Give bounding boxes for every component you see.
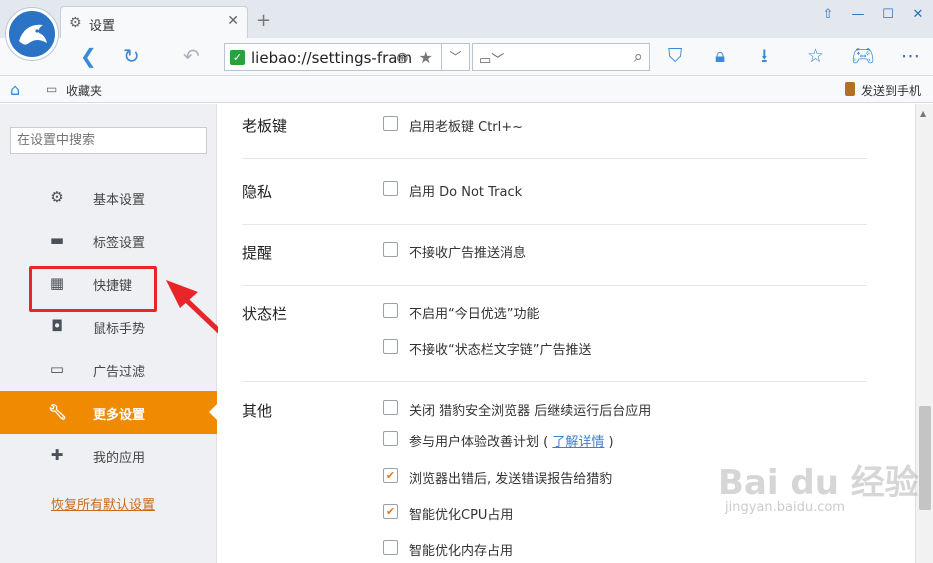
sidebar-item-more-settings[interactable]: 🔧︎ 更多设置 bbox=[0, 391, 217, 434]
section-title-boss-key: 老板键 bbox=[242, 117, 288, 135]
option-label: 不启用“今日优选”功能 bbox=[409, 307, 540, 322]
option-label: 不接收广告推送消息 bbox=[409, 246, 527, 261]
sidebar-item-label: 我的应用 bbox=[93, 451, 146, 466]
window-icon: ▭ bbox=[49, 360, 65, 378]
option-label: 智能优化内存占用 bbox=[409, 544, 514, 559]
option-label: 参与用户体验改善计划 ( 了解详情 ) bbox=[409, 435, 614, 450]
scrollbar-thumb[interactable] bbox=[919, 406, 931, 510]
learn-more-link[interactable]: 了解详情 bbox=[552, 435, 604, 450]
option-label: 关闭 猎豹安全浏览器 后继续运行后台应用 bbox=[409, 404, 652, 419]
mouse-icon: ◘ bbox=[51, 317, 63, 335]
page-icon[interactable]: ▭﹀ bbox=[479, 49, 504, 68]
sidebar-item-label: 基本设置 bbox=[93, 193, 146, 208]
checkbox[interactable] bbox=[383, 400, 398, 415]
close-icon[interactable]: ✕ bbox=[227, 13, 239, 29]
favorites-link[interactable]: 收藏夹 bbox=[66, 82, 102, 99]
sidebar-item-label: 更多设置 bbox=[93, 408, 146, 423]
divider bbox=[242, 158, 867, 159]
baidu-watermark-url: jingyan.baidu.com bbox=[725, 500, 845, 515]
bookmark-bar: ⌂ ▭ 收藏夹 发送到手机 bbox=[0, 77, 933, 103]
download-icon[interactable]: ⭳ bbox=[761, 46, 768, 66]
baidu-watermark: Bai du 经验 bbox=[718, 463, 919, 503]
gear-icon: ⚙ bbox=[50, 188, 64, 206]
checkbox[interactable] bbox=[383, 339, 398, 354]
sidebar-item-basic[interactable]: ⚙ 基本设置 bbox=[0, 176, 217, 219]
compat-mode-icon[interactable]: ⊕ bbox=[396, 48, 409, 67]
more-icon[interactable]: ⋯ bbox=[901, 46, 920, 66]
address-dropdown-button[interactable]: ﹀ bbox=[442, 43, 470, 71]
checkbox[interactable] bbox=[383, 116, 398, 131]
title-bar: ⚙ 设置 ✕ + ⇧ — ☐ ✕ bbox=[0, 0, 933, 60]
checkbox[interactable] bbox=[383, 431, 398, 446]
divider bbox=[242, 224, 867, 225]
liebao-logo[interactable] bbox=[6, 8, 58, 60]
search-box[interactable]: ▭﹀ ⌕ bbox=[472, 43, 650, 71]
home-icon[interactable]: ⌂ bbox=[10, 80, 20, 99]
checkbox[interactable] bbox=[383, 540, 398, 555]
tab-settings[interactable]: ⚙ 设置 ✕ bbox=[60, 6, 248, 38]
sidebar-item-tabs[interactable]: ▬ 标签设置 bbox=[0, 219, 217, 262]
phone-icon bbox=[845, 82, 855, 96]
maximize-button[interactable]: ☐ bbox=[873, 4, 903, 26]
settings-search-input[interactable] bbox=[10, 127, 207, 154]
sidebar-item-label: 标签设置 bbox=[93, 236, 146, 251]
checkbox[interactable] bbox=[383, 181, 398, 196]
scroll-up-icon[interactable]: ▲ bbox=[920, 109, 926, 118]
lock-icon[interactable]: 🔒︎ bbox=[715, 46, 725, 66]
checkbox-checked[interactable]: ✔ bbox=[383, 468, 398, 483]
close-window-button[interactable]: ✕ bbox=[903, 4, 933, 26]
favorite-icon[interactable]: ☆ bbox=[807, 46, 824, 66]
option-label: 启用 Do Not Track bbox=[409, 185, 523, 200]
section-title-reminder: 提醒 bbox=[242, 244, 273, 262]
sidebar-item-my-apps[interactable]: ✚ 我的应用 bbox=[0, 434, 217, 477]
refresh-button[interactable]: ↻ bbox=[123, 45, 140, 67]
checkbox-checked[interactable]: ✔ bbox=[383, 504, 398, 519]
skin-icon[interactable]: ⇧ bbox=[813, 4, 843, 26]
tab-icon: ▬ bbox=[49, 231, 65, 249]
shield-icon[interactable]: ⛉ bbox=[668, 46, 682, 66]
divider bbox=[242, 381, 867, 382]
undo-button[interactable]: ↶ bbox=[183, 45, 200, 67]
restore-defaults-link[interactable]: 恢复所有默认设置 bbox=[51, 494, 155, 513]
sidebar-item-label: 鼠标手势 bbox=[93, 322, 146, 337]
back-button[interactable]: ❮ bbox=[80, 45, 97, 67]
tab-title: 设置 bbox=[89, 19, 116, 34]
secure-check-icon: ✓ bbox=[230, 50, 245, 65]
navigation-toolbar: ❮ ↻ ↶ ✓ liebao://settings-frame/ ⊕ ★ ﹀ ▭… bbox=[0, 38, 933, 76]
option-label: 启用老板键 Ctrl+~ bbox=[409, 120, 524, 135]
gear-icon: ⚙ bbox=[69, 15, 82, 31]
puzzle-icon: ✚ bbox=[50, 446, 64, 464]
gamepad-icon[interactable]: 🎮︎ bbox=[851, 46, 875, 66]
address-bar[interactable]: ✓ liebao://settings-frame/ ⊕ ★ bbox=[224, 43, 442, 71]
annotation-highlight-box bbox=[29, 266, 157, 312]
section-title-statusbar: 状态栏 bbox=[242, 305, 288, 323]
minimize-button[interactable]: — bbox=[843, 4, 873, 26]
divider bbox=[242, 285, 867, 286]
checkbox[interactable] bbox=[383, 303, 398, 318]
sidebar-item-label: 广告过滤 bbox=[93, 365, 146, 380]
folder-icon: ▭ bbox=[46, 82, 58, 96]
new-tab-button[interactable]: + bbox=[256, 12, 271, 30]
send-to-phone-link[interactable]: 发送到手机 bbox=[861, 82, 921, 99]
option-label: 浏览器出错后, 发送错误报告给猎豹 bbox=[409, 472, 613, 487]
search-icon[interactable]: ⌕ bbox=[633, 47, 643, 67]
wrench-icon: 🔧︎ bbox=[48, 403, 68, 421]
section-title-other: 其他 bbox=[242, 402, 273, 420]
option-label: 智能优化CPU占用 bbox=[409, 508, 514, 523]
url-text[interactable]: liebao://settings-frame/ bbox=[251, 49, 411, 67]
section-title-privacy: 隐私 bbox=[242, 183, 273, 201]
checkbox[interactable] bbox=[383, 242, 398, 257]
bookmark-star-icon[interactable]: ★ bbox=[419, 48, 433, 67]
option-label: 不接收“状态栏文字链”广告推送 bbox=[409, 343, 592, 358]
